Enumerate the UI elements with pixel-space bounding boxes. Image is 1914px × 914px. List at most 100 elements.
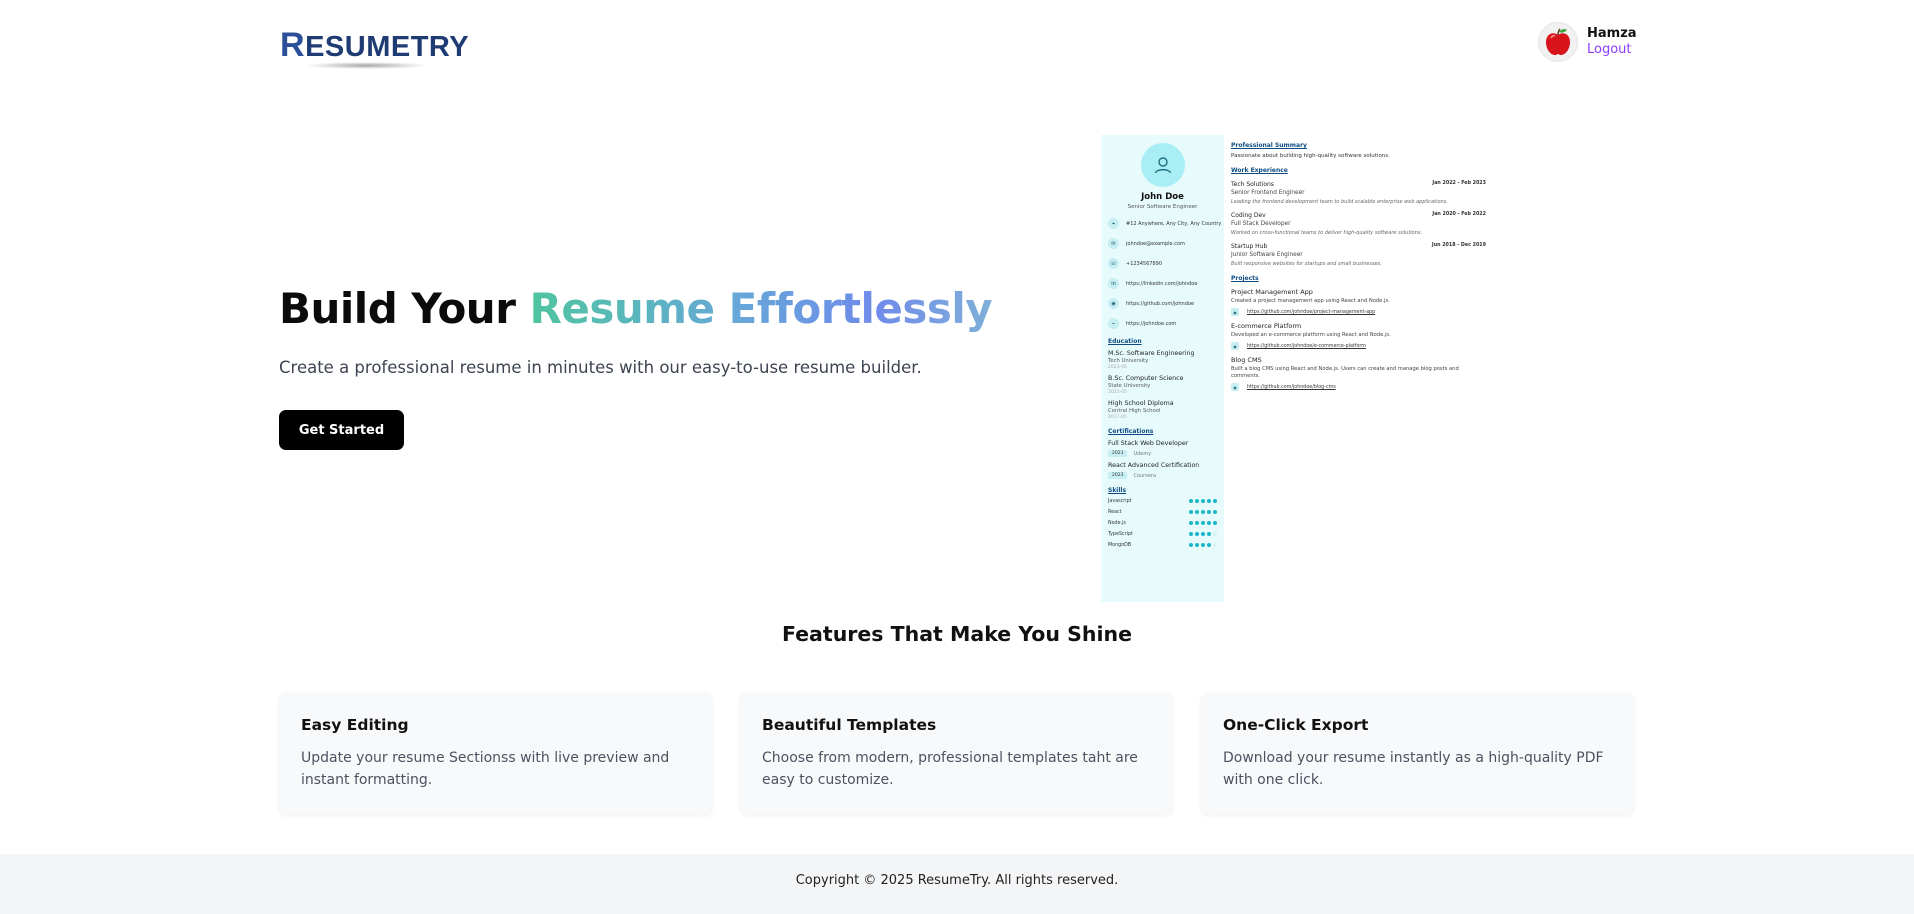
rating-dot <box>1213 543 1217 547</box>
rating-dot <box>1195 543 1199 547</box>
skills-heading: Skills <box>1108 487 1127 494</box>
resume-contact: ◉ https://github.com/johndoe <box>1108 297 1217 310</box>
project-link[interactable]: https://github.com/johndoe/project-manag… <box>1247 310 1375 315</box>
user-icon <box>1154 157 1171 174</box>
linkedin-icon: in <box>1108 278 1119 289</box>
rating-dot <box>1195 499 1199 503</box>
logo-text: RESUMETRY <box>280 26 470 64</box>
resume-role: Senior Software Engineer <box>1127 204 1198 210</box>
skill-rating <box>1187 521 1217 525</box>
rating-dot <box>1189 543 1193 547</box>
hero-title-plain: Build Your <box>279 284 530 333</box>
resume-contact: ☏ +1234567890 <box>1108 257 1217 270</box>
logout-link[interactable]: Logout <box>1587 42 1637 58</box>
project-item: Project Management App Created a project… <box>1231 288 1390 316</box>
user-menu: Hamza Logout <box>1538 22 1637 62</box>
rating-dot <box>1213 521 1217 525</box>
footer: Copyright © 2025 ResumeTry. All rights r… <box>0 854 1914 914</box>
hero-subtitle: Create a professional resume in minutes … <box>279 358 922 377</box>
resume-name: John Doe <box>1141 192 1184 202</box>
project-item: E-commerce Platform Developed an e-comme… <box>1231 322 1391 350</box>
skill-row: Node.js <box>1108 519 1217 527</box>
copyright-text: Copyright © 2025 ResumeTry. All rights r… <box>795 873 1119 888</box>
apple-icon <box>1546 28 1570 55</box>
phone-icon: ☏ <box>1108 258 1119 269</box>
resume-main: Professional Summary Passionate about bu… <box>1231 142 1486 391</box>
skill-row: Javascript <box>1108 497 1217 505</box>
feature-card-title: One-Click Export <box>1223 716 1369 734</box>
project-link[interactable]: https://github.com/johndoe/blog-cms <box>1247 385 1336 390</box>
skill-row: MongoDB <box>1108 541 1217 549</box>
resume-avatar <box>1140 143 1185 187</box>
logo-shadow <box>306 62 426 69</box>
rating-dot <box>1201 499 1205 503</box>
feature-card-beautiful-templates: Beautiful Templates Choose from modern, … <box>740 692 1173 815</box>
rating-dot <box>1201 543 1205 547</box>
project-item: Blog CMS Built a blog CMS using React an… <box>1231 356 1459 391</box>
feature-card-easy-editing: Easy Editing Update your resume Sections… <box>279 692 712 815</box>
get-started-button[interactable]: Get Started <box>279 410 404 450</box>
feature-card-description: Download your resume instantly as a high… <box>1223 750 1604 788</box>
feature-card-description: Update your resume Sectionss with live p… <box>301 750 670 788</box>
rating-dot <box>1213 499 1217 503</box>
rating-dot <box>1195 521 1199 525</box>
rating-dot <box>1207 499 1211 503</box>
location-icon: ⌖ <box>1108 218 1119 229</box>
summary-heading: Professional Summary <box>1231 142 1307 149</box>
logo[interactable]: RESUMETRY <box>280 26 470 72</box>
rating-dot <box>1213 510 1217 514</box>
project-link[interactable]: https://github.com/johndoe/e-commerce-pl… <box>1247 344 1366 349</box>
resume-contact: ⌁ https://johndoe.com <box>1108 317 1217 330</box>
rating-dot <box>1201 521 1205 525</box>
landing-page: RESUMETRY Hamza Logout Build Your Resume… <box>0 0 1914 914</box>
website-icon: ⌁ <box>1108 318 1119 329</box>
skill-rating <box>1187 510 1217 514</box>
hero-title-gradient: Resume Effortlessly <box>529 284 993 333</box>
education-item: B.Sc. Computer Science State University … <box>1108 375 1184 395</box>
github-icon: ◉ <box>1108 298 1119 309</box>
summary-text: Passionate about building high-quality s… <box>1231 153 1390 159</box>
rating-dot <box>1195 532 1199 536</box>
certification-item: React Advanced Certification 2023 Courser… <box>1108 462 1200 479</box>
resume-contact: ✉ johndoe@example.com <box>1108 237 1217 250</box>
experience-item: Coding Dev Jan 2020 - Feb 2022 Full Stack… <box>1231 212 1486 236</box>
rating-dot <box>1189 521 1193 525</box>
rating-dot <box>1207 532 1211 536</box>
certifications-heading: Certifications <box>1108 428 1154 435</box>
skill-row: TypeScript <box>1108 530 1217 538</box>
github-icon: ◉ <box>1231 342 1239 350</box>
resume-preview: John Doe Senior Software Engineer ⌖ #12 A… <box>1101 135 1491 602</box>
rating-dot <box>1201 532 1205 536</box>
rating-dot <box>1213 532 1217 536</box>
user-name: Hamza <box>1587 26 1637 41</box>
github-icon: ◉ <box>1231 383 1239 391</box>
experience-item: Tech Solutions Jan 2022 - Feb 2023 Senior… <box>1231 181 1486 205</box>
feature-card-title: Easy Editing <box>301 716 409 734</box>
certification-item: Full Stack Web Developer 2023 Udemy <box>1108 440 1189 457</box>
projects-heading: Projects <box>1231 275 1259 282</box>
feature-card-one-click-export: One-Click Export Download your resume in… <box>1201 692 1634 815</box>
hero-title: Build Your Resume Effortlessly <box>279 284 993 333</box>
rating-dot <box>1189 532 1193 536</box>
skill-rating <box>1187 499 1217 503</box>
rating-dot <box>1189 499 1193 503</box>
github-icon: ◉ <box>1231 308 1239 316</box>
feature-card-title: Beautiful Templates <box>762 716 937 734</box>
mail-icon: ✉ <box>1108 238 1119 249</box>
education-item: M.Sc. Software Engineering Tech Universi… <box>1108 350 1195 370</box>
rating-dot <box>1201 510 1205 514</box>
education-item: High School Diploma Central High School … <box>1108 400 1174 420</box>
rating-dot <box>1195 510 1199 514</box>
rating-dot <box>1189 510 1193 514</box>
skill-row: React <box>1108 508 1217 516</box>
experience-heading: Work Experience <box>1231 167 1288 174</box>
rating-dot <box>1207 543 1211 547</box>
avatar[interactable] <box>1538 22 1578 62</box>
experience-item: Startup Hub Jun 2018 - Dec 2019 Junior So… <box>1231 243 1486 267</box>
features-heading: Features That Make You Shine <box>781 622 1133 646</box>
skill-rating <box>1187 543 1217 547</box>
resume-contact: ⌖ #12 Anywhere, Any City, Any Country <box>1108 217 1221 230</box>
skill-rating <box>1187 532 1217 536</box>
education-heading: Education <box>1108 338 1142 345</box>
resume-sidebar: John Doe Senior Software Engineer ⌖ #12 A… <box>1101 135 1224 602</box>
